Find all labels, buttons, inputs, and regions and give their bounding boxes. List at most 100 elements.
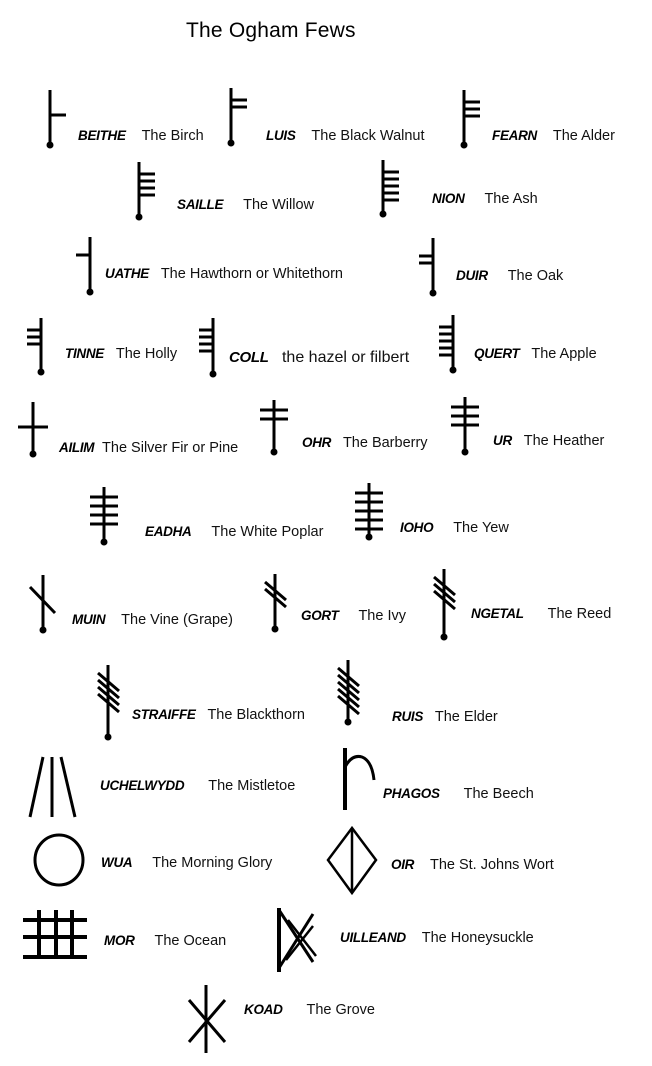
few-name: AILIM xyxy=(59,440,95,455)
few-name: UILLEAND xyxy=(340,930,406,945)
few-name: OHR xyxy=(302,435,332,450)
few-name: DUIR xyxy=(456,268,488,283)
few-label-luis: LUIS The Black Walnut xyxy=(266,129,425,144)
few-meaning: The Ivy xyxy=(358,608,406,624)
few-meaning: The St. Johns Wort xyxy=(429,857,554,873)
stem-end-dot xyxy=(29,450,37,458)
stem-end-dot xyxy=(271,625,279,633)
glyph-muin xyxy=(28,575,57,634)
few-meaning: the hazel or filbert xyxy=(281,349,410,366)
few-label-eadha: EADHA The White Poplar xyxy=(145,525,323,540)
few-name: EADHA xyxy=(145,524,192,539)
few-name: QUERT xyxy=(474,346,520,361)
stem-end-dot xyxy=(379,210,387,218)
glyph-fearn xyxy=(460,90,480,149)
glyph-oir xyxy=(326,825,378,896)
few-name: SAILLE xyxy=(177,197,224,212)
few-label-ioho: IOHO The Yew xyxy=(400,521,509,536)
few-label-beithe: BEITHE The Birch xyxy=(78,129,204,144)
stem-end-dot xyxy=(39,626,47,634)
glyph-saille xyxy=(135,162,155,221)
stem-end-dot xyxy=(100,538,108,546)
few-meaning: The Vine (Grape) xyxy=(121,612,233,628)
few-label-muin: MUIN The Vine (Grape) xyxy=(72,613,233,628)
few-meaning: The Oak xyxy=(507,268,564,284)
stem-end-dot xyxy=(209,370,217,378)
glyph-uchelwydd xyxy=(28,756,77,818)
few-label-ur: UR The Heather xyxy=(493,434,604,449)
few-name: NION xyxy=(432,191,465,206)
few-label-uilleand: UILLEAND The Honeysuckle xyxy=(340,931,534,946)
few-meaning: The Mistletoe xyxy=(208,778,296,794)
few-meaning: The Elder xyxy=(434,709,498,725)
glyph-duir xyxy=(419,238,437,297)
few-name: MOR xyxy=(104,933,135,948)
glyph-eadha xyxy=(90,487,118,546)
few-label-ohr: OHR The Barberry xyxy=(302,436,428,451)
stem-end-dot xyxy=(344,718,352,726)
few-label-saille: SAILLE The Willow xyxy=(177,198,314,213)
glyph-quert xyxy=(439,315,457,374)
few-meaning: The Morning Glory xyxy=(152,855,273,871)
few-name: WUA xyxy=(101,855,133,870)
glyph-nion xyxy=(379,160,399,218)
glyph-mor xyxy=(23,910,87,959)
circle-mark xyxy=(33,833,85,887)
few-meaning: The Silver Fir or Pine xyxy=(102,440,239,456)
glyph-ohr xyxy=(260,400,288,456)
few-name: UATHE xyxy=(105,266,149,281)
few-name: FEARN xyxy=(492,128,537,143)
hook-arc xyxy=(343,755,376,781)
few-label-ailim: AILIM The Silver Fir or Pine xyxy=(59,441,238,456)
glyph-uathe xyxy=(76,237,94,296)
few-name: BEITHE xyxy=(78,128,126,143)
few-label-tinne: TINNE The Holly xyxy=(65,347,177,362)
stem-end-dot xyxy=(449,366,457,374)
few-label-uathe: UATHE The Hawthorn or Whitethorn xyxy=(105,267,343,282)
stem-end-dot xyxy=(461,448,469,456)
glyph-coll xyxy=(199,318,217,378)
few-meaning: The Black Walnut xyxy=(311,128,425,144)
stem-end-dot xyxy=(227,139,235,147)
few-name: COLL xyxy=(229,349,269,366)
few-meaning: The Apple xyxy=(531,346,597,362)
few-meaning: The Hawthorn or Whitethorn xyxy=(160,266,343,282)
few-label-nion: NION The Ash xyxy=(432,192,538,207)
glyph-phagos xyxy=(343,748,376,810)
stem-end-dot xyxy=(429,289,437,297)
few-label-koad: KOAD The Grove xyxy=(244,1003,375,1018)
stem-end-dot xyxy=(104,733,112,741)
few-label-oir: OIR The St. Johns Wort xyxy=(391,858,554,873)
glyph-ur xyxy=(451,397,479,456)
stem-end-dot xyxy=(46,141,54,149)
few-meaning: The Ocean xyxy=(154,933,227,949)
few-label-ngetal: NGETAL The Reed xyxy=(471,607,611,622)
few-name: OIR xyxy=(391,857,415,872)
glyph-ngetal xyxy=(433,569,456,641)
few-label-mor: MOR The Ocean xyxy=(104,934,226,949)
few-meaning: The Blackthorn xyxy=(207,707,305,723)
few-label-duir: DUIR The Oak xyxy=(456,269,563,284)
glyph-koad xyxy=(187,985,227,1053)
glyph-ioho xyxy=(355,483,383,541)
few-name: TINNE xyxy=(65,346,105,361)
stem-end-dot xyxy=(37,368,45,376)
few-name: MUIN xyxy=(72,612,106,627)
few-meaning: The Reed xyxy=(547,606,612,622)
glyph-ruis xyxy=(337,660,360,726)
few-label-ruis: RUIS The Elder xyxy=(392,710,498,725)
few-label-uchelwydd: UCHELWYDD The Mistletoe xyxy=(100,779,295,794)
stroke-mark xyxy=(277,913,315,969)
glyph-tinne xyxy=(27,318,45,376)
glyph-wua xyxy=(33,833,85,887)
few-label-gort: GORT The Ivy xyxy=(301,609,406,624)
few-name: PHAGOS xyxy=(383,786,440,801)
ogham-glyph-canvas xyxy=(18,88,480,1053)
few-meaning: The Birch xyxy=(141,128,204,144)
stem-end-dot xyxy=(270,448,278,456)
few-label-quert: QUERT The Apple xyxy=(474,347,597,362)
glyph-straiffe xyxy=(97,665,120,741)
few-meaning: The Grove xyxy=(306,1002,375,1018)
stroke-mark xyxy=(277,909,315,963)
few-meaning: The White Poplar xyxy=(211,524,324,540)
